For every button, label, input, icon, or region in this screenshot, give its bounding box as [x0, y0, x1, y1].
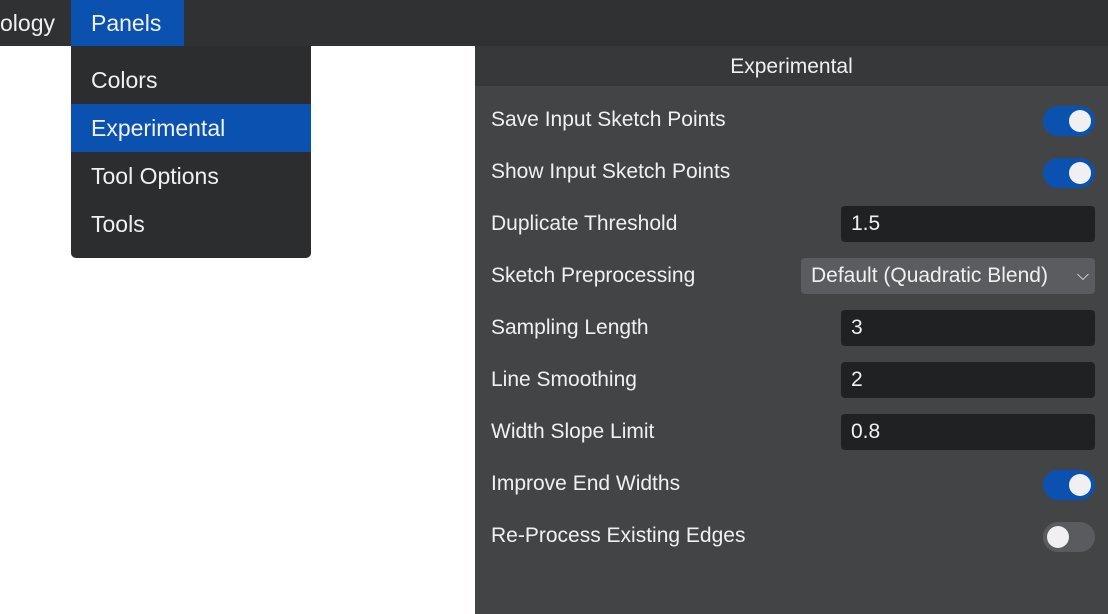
row-label: Show Input Sketch Points	[491, 160, 731, 183]
chevron-down-icon: ⌵	[1076, 267, 1089, 284]
row-duplicate-threshold: Duplicate Threshold 1.5	[475, 198, 1108, 250]
row-label: Re-Process Existing Edges	[491, 524, 746, 547]
row-line-smoothing: Line Smoothing 2	[475, 354, 1108, 406]
toggle-knob	[1069, 162, 1091, 184]
row-label: Save Input Sketch Points	[491, 108, 726, 131]
sketch-preprocessing-select[interactable]: Default (Quadratic Blend) ⌵	[801, 258, 1095, 294]
menu-item-tools[interactable]: Tools	[71, 200, 311, 248]
row-label: Improve End Widths	[491, 472, 681, 495]
menu-item-experimental[interactable]: Experimental	[71, 104, 311, 152]
toggle-knob	[1047, 526, 1069, 548]
save-input-sketch-points-toggle[interactable]	[1043, 106, 1095, 136]
panels-dropdown: Colors Experimental Tool Options Tools	[71, 46, 311, 258]
row-re-process-existing-edges: Re-Process Existing Edges	[475, 510, 1108, 562]
row-label: Sampling Length	[491, 316, 649, 339]
row-label: Duplicate Threshold	[491, 212, 678, 235]
row-sketch-preprocessing: Sketch Preprocessing Default (Quadratic …	[475, 250, 1108, 302]
row-width-slope-limit: Width Slope Limit 0.8	[475, 406, 1108, 458]
experimental-panel: Experimental Save Input Sketch Points Sh…	[475, 46, 1108, 614]
row-show-input-sketch-points: Show Input Sketch Points	[475, 146, 1108, 198]
select-value: Default (Quadratic Blend)	[811, 264, 1048, 287]
menu-item-tool-options[interactable]: Tool Options	[71, 152, 311, 200]
menu-panels[interactable]: Panels	[71, 0, 184, 46]
row-save-input-sketch-points: Save Input Sketch Points	[475, 94, 1108, 146]
menubar: ology Panels	[0, 0, 1108, 46]
improve-end-widths-toggle[interactable]	[1043, 470, 1095, 500]
row-label: Width Slope Limit	[491, 420, 655, 443]
width-slope-limit-input[interactable]: 0.8	[841, 414, 1095, 450]
row-label: Sketch Preprocessing	[491, 264, 696, 287]
menu-item-colors[interactable]: Colors	[71, 56, 311, 104]
line-smoothing-input[interactable]: 2	[841, 362, 1095, 398]
toggle-knob	[1069, 474, 1091, 496]
re-process-existing-edges-toggle[interactable]	[1043, 522, 1095, 552]
toggle-knob	[1069, 110, 1091, 132]
show-input-sketch-points-toggle[interactable]	[1043, 158, 1095, 188]
row-improve-end-widths: Improve End Widths	[475, 458, 1108, 510]
duplicate-threshold-input[interactable]: 1.5	[841, 206, 1095, 242]
menu-topology[interactable]: ology	[0, 0, 75, 46]
row-sampling-length: Sampling Length 3	[475, 302, 1108, 354]
row-label: Line Smoothing	[491, 368, 637, 391]
panel-title: Experimental	[475, 46, 1108, 86]
sampling-length-input[interactable]: 3	[841, 310, 1095, 346]
